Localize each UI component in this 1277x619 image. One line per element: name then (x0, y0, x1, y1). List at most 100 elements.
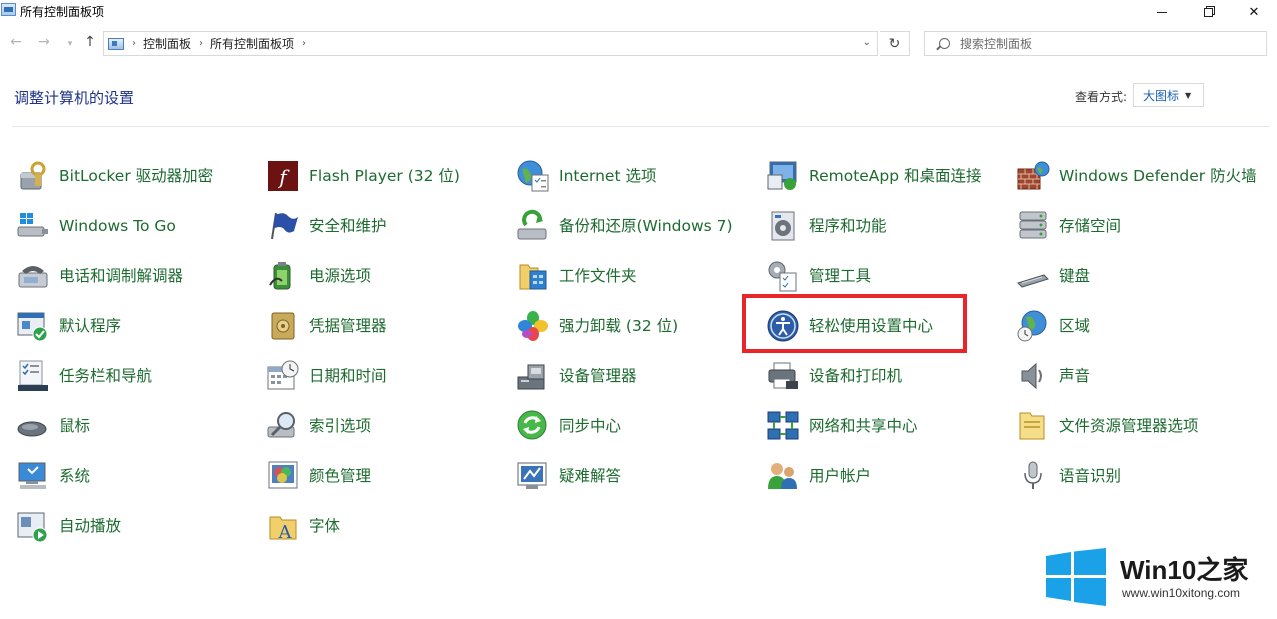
breadcrumb-separator-icon[interactable]: › (302, 38, 306, 49)
search-input[interactable] (960, 36, 1240, 51)
autoplay-icon (16, 509, 50, 543)
cp-item-indexing[interactable]: 索引选项 (266, 408, 371, 444)
up-button[interactable]: ↑ (80, 34, 100, 50)
sync-icon (516, 409, 550, 443)
cp-item-file-explorer-options[interactable]: 文件资源管理器选项 (1016, 408, 1199, 444)
search-icon (939, 38, 950, 49)
back-button[interactable]: ← (6, 34, 26, 50)
breadcrumb-separator-icon[interactable]: › (132, 38, 136, 49)
cp-item-work-folders[interactable]: 工作文件夹 (516, 258, 637, 294)
breadcrumb-separator-icon[interactable]: › (199, 38, 203, 49)
window-title: 所有控制面板项 (20, 5, 105, 19)
cp-item-network-sharing[interactable]: 网络和共享中心 (766, 408, 918, 444)
cp-item-power[interactable]: 电源选项 (266, 258, 371, 294)
cp-item-label: 同步中心 (559, 416, 622, 435)
cp-item-windows-to-go[interactable]: Windows To Go (16, 208, 176, 244)
phone-modem-icon (16, 259, 50, 293)
remoteapp-icon (766, 159, 800, 193)
cp-item-keyboard[interactable]: 键盘 (1016, 258, 1090, 294)
cp-item-credential-manager[interactable]: 凭据管理器 (266, 308, 387, 344)
cp-item-uninstall[interactable]: 强力卸载 (32 位) (516, 308, 678, 344)
cp-item-autoplay[interactable]: 自动播放 (16, 508, 121, 544)
cp-item-label: 安全和维护 (309, 216, 387, 235)
default-programs-icon (16, 309, 50, 343)
cp-item-default-programs[interactable]: 默认程序 (16, 308, 121, 344)
cp-item-phone-modem[interactable]: 电话和调制解调器 (16, 258, 183, 294)
minimize-button[interactable] (1139, 0, 1185, 24)
cp-item-backup-restore[interactable]: 备份和还原(Windows 7) (516, 208, 733, 244)
highlight-box (742, 294, 967, 353)
forward-button[interactable]: → (34, 34, 54, 50)
folder-options-icon (1016, 409, 1050, 443)
view-by-dropdown[interactable]: 大图标 ▼ (1133, 83, 1204, 107)
cp-item-date-time[interactable]: 日期和时间 (266, 358, 387, 394)
cp-item-color-management[interactable]: 颜色管理 (266, 458, 371, 494)
cp-item-fonts[interactable]: A 字体 (266, 508, 340, 544)
user-accounts-icon (766, 459, 800, 493)
cp-item-device-manager[interactable]: 设备管理器 (516, 358, 637, 394)
cp-item-label: Flash Player (32 位) (309, 166, 460, 185)
cp-item-label: 存储空间 (1059, 216, 1122, 235)
indexing-icon (266, 409, 300, 443)
cp-item-label: Internet 选项 (559, 166, 657, 185)
refresh-button[interactable]: ↻ (880, 31, 910, 56)
cp-item-region[interactable]: 区域 (1016, 308, 1090, 344)
cp-item-bitlocker[interactable]: BitLocker 驱动器加密 (16, 158, 213, 194)
calendar-icon (266, 359, 300, 393)
cp-item-sound[interactable]: 声音 (1016, 358, 1090, 394)
address-dropdown-icon[interactable]: ⌄ (863, 37, 871, 48)
close-button[interactable]: ✕ (1231, 0, 1277, 24)
divider (12, 126, 1270, 127)
flash-player-icon: f (266, 159, 300, 193)
navigation-bar: ← → ▾ ↑ › 控制面板 › 所有控制面板项 › ⌄ ↻ (0, 30, 1277, 58)
work-folders-icon (516, 259, 550, 293)
title-bar: 所有控制面板项 ✕ (0, 0, 1277, 24)
cp-item-label: 系统 (59, 466, 91, 485)
cp-item-label: 颜色管理 (309, 466, 372, 485)
cp-item-label: 工作文件夹 (559, 266, 637, 285)
cp-item-label: 网络和共享中心 (809, 416, 918, 435)
cp-item-label: 键盘 (1059, 266, 1091, 285)
search-box[interactable] (924, 31, 1267, 56)
refresh-icon: ↻ (888, 35, 901, 52)
maximize-button[interactable] (1185, 0, 1231, 24)
microphone-icon (1016, 459, 1050, 493)
windows-logo-icon (1046, 548, 1106, 606)
control-panel-icon (108, 37, 124, 50)
cp-item-speech-recognition[interactable]: 语音识别 (1016, 458, 1121, 494)
cp-item-user-accounts[interactable]: 用户帐户 (766, 458, 871, 494)
cp-item-mouse[interactable]: 鼠标 (16, 408, 90, 444)
security-flag-icon (266, 209, 300, 243)
cp-item-taskbar[interactable]: 任务栏和导航 (16, 358, 152, 394)
chevron-down-icon: ▼ (1185, 90, 1192, 100)
cp-item-storage-spaces[interactable]: 存储空间 (1016, 208, 1121, 244)
cp-item-label: 设备和打印机 (809, 366, 903, 385)
region-icon (1016, 309, 1050, 343)
cp-item-label: 鼠标 (59, 416, 91, 435)
cp-item-sync-center[interactable]: 同步中心 (516, 408, 621, 444)
cp-item-security-maintenance[interactable]: 安全和维护 (266, 208, 387, 244)
breadcrumb-all-items[interactable]: 所有控制面板项 (210, 35, 294, 52)
cp-item-windows-firewall[interactable]: Windows Defender 防火墙 (1016, 155, 1259, 197)
cp-item-system[interactable]: 系统 (16, 458, 90, 494)
cp-item-label: 设备管理器 (559, 366, 637, 385)
fonts-icon: A (266, 509, 300, 543)
cp-item-troubleshooting[interactable]: 疑难解答 (516, 458, 621, 494)
cp-item-label: 索引选项 (309, 416, 372, 435)
cp-item-devices-printers[interactable]: 设备和打印机 (766, 358, 902, 394)
cp-item-internet-options[interactable]: Internet 选项 (516, 158, 656, 194)
cp-item-label: 凭据管理器 (309, 316, 387, 335)
cp-item-programs-features[interactable]: 程序和功能 (766, 208, 887, 244)
watermark-brand-prefix: Win10 (1120, 555, 1197, 585)
cp-item-label: 自动播放 (59, 516, 122, 535)
recent-locations-button[interactable]: ▾ (60, 39, 80, 49)
programs-icon (766, 209, 800, 243)
cp-item-admin-tools[interactable]: 管理工具 (766, 258, 871, 294)
address-bar[interactable]: › 控制面板 › 所有控制面板项 › ⌄ (103, 31, 878, 56)
watermark-brand: Win10之家 (1120, 550, 1248, 587)
cp-item-remoteapp[interactable]: RemoteApp 和桌面连接 (766, 158, 982, 194)
cp-item-flash-player[interactable]: f Flash Player (32 位) (266, 158, 460, 194)
breadcrumb-control-panel[interactable]: 控制面板 (143, 35, 191, 52)
speaker-icon (1016, 359, 1050, 393)
mouse-icon (16, 409, 50, 443)
